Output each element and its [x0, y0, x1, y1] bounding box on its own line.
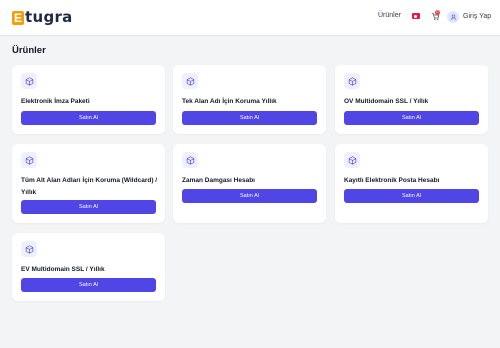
- product-name: Elektronik İmza Paketi: [21, 98, 90, 105]
- product-card: EV Multidomain SSL / Yıllık Satın Al: [12, 233, 165, 301]
- cart-count-badge: 0: [435, 10, 440, 15]
- buy-button[interactable]: Satın Al: [344, 111, 479, 125]
- page-title: Ürünler: [12, 45, 46, 56]
- buy-button[interactable]: Satın Al: [21, 200, 156, 214]
- product-card: Tek Alan Adı İçin Koruma Yıllık Satın Al: [173, 65, 326, 134]
- login-link[interactable]: Giriş Yap: [463, 13, 491, 20]
- turkey-flag-icon[interactable]: [412, 13, 420, 19]
- user-icon[interactable]: [447, 11, 459, 23]
- cube-icon: [182, 152, 198, 168]
- product-card: Zaman Damgası Hesabı Satın Al: [173, 144, 326, 223]
- product-name: Tek Alan Adı İçin Koruma Yıllık: [182, 98, 277, 105]
- product-name: Zaman Damgası Hesabı: [182, 177, 255, 184]
- product-card: OV Multidomain SSL / Yıllık Satın Al: [335, 65, 488, 134]
- buy-button[interactable]: Satın Al: [344, 189, 479, 203]
- buy-button[interactable]: Satın Al: [182, 111, 317, 125]
- product-card: Elektronik İmza Paketi Satın Al: [12, 65, 165, 134]
- cube-icon: [21, 241, 37, 257]
- buy-button[interactable]: Satın Al: [182, 189, 317, 203]
- product-name: Kayıtlı Elektronik Posta Hesabı: [344, 177, 440, 184]
- logo[interactable]: E tugra: [12, 9, 73, 26]
- cube-icon: [344, 73, 360, 89]
- product-name: OV Multidomain SSL / Yıllık: [344, 98, 429, 105]
- cube-icon: [182, 73, 198, 89]
- cube-icon: [21, 73, 37, 89]
- logo-mark: E: [12, 10, 24, 25]
- product-card: Kayıtlı Elektronik Posta Hesabı Satın Al: [335, 144, 488, 223]
- logo-text: tugra: [25, 8, 73, 26]
- top-header: E tugra Ürünler 0 Giriş Yap: [0, 0, 500, 36]
- buy-button[interactable]: Satın Al: [21, 278, 156, 292]
- product-name: EV Multidomain SSL / Yıllık: [21, 266, 105, 273]
- product-card: Tüm Alt Alan Adları İçin Koruma (Wildcar…: [12, 144, 165, 223]
- product-name: Tüm Alt Alan Adları İçin Koruma (Wildcar…: [21, 177, 158, 196]
- cube-icon: [344, 152, 360, 168]
- buy-button[interactable]: Satın Al: [21, 111, 156, 125]
- cube-icon: [21, 152, 37, 168]
- nav-products-link[interactable]: Ürünler: [378, 12, 401, 19]
